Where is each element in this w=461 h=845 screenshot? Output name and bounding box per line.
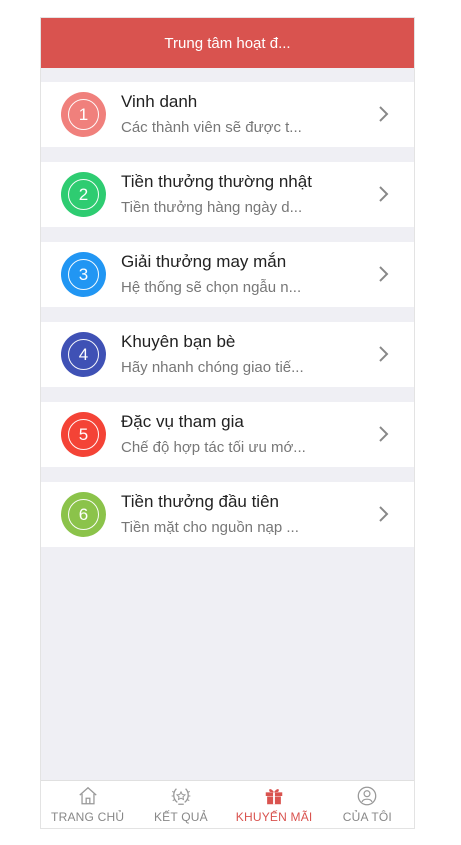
tab-label: CỦA TÔI [342,810,392,824]
tab-label: KẾT QUẢ [153,810,208,824]
tab-promotions[interactable]: KHUYẾN MÃI [228,781,321,828]
laurel-icon [171,788,191,805]
item-title: Tiền thưởng đầu tiên [121,492,279,511]
number-ring: 1 [68,99,99,130]
item-subtitle: Hệ thống sẽ chọn ngẫu n... [121,279,302,296]
chevron-right-icon [379,106,389,122]
number-ring: 3 [68,259,99,290]
item-title: Khuyên bạn bè [121,332,236,351]
item-subtitle: Chế độ hợp tác tối ưu mớ... [121,439,306,456]
chevron-right-icon [379,426,389,442]
number-badge: 2 [61,172,106,217]
chevron-right-icon [379,346,389,362]
user-icon [358,786,377,806]
promotion-list: 1 Vinh danh Các thành viên sẽ được t... … [41,82,414,562]
number-ring: 4 [68,339,99,370]
item-title: Đặc vụ tham gia [121,412,244,431]
page-title: Trung tâm hoạt đ... [164,34,291,52]
number-ring: 2 [68,179,99,210]
item-subtitle: Tiền mặt cho nguồn nạp ... [121,519,299,536]
tab-account[interactable]: CỦA TÔI [321,781,414,828]
chevron-right-icon [379,506,389,522]
promo-item-honor[interactable]: 1 Vinh danh Các thành viên sẽ được t... [41,82,414,147]
item-title: Tiền thưởng thường nhật [121,172,312,191]
item-subtitle: Tiền thưởng hàng ngày d... [121,199,303,216]
tab-label: TRANG CHỦ [51,810,125,824]
promo-item-refer-friends[interactable]: 4 Khuyên bạn bè Hãy nhanh chóng giao tiế… [41,322,414,387]
number-badge: 3 [61,252,106,297]
home-icon [78,786,97,805]
number-badge: 5 [61,412,106,457]
promo-item-first-deposit[interactable]: 6 Tiền thưởng đầu tiên Tiền mặt cho nguồ… [41,482,414,547]
app-screen: Trung tâm hoạt đ... 1 Vinh danh Các thàn… [40,17,415,829]
promo-item-lucky-prize[interactable]: 3 Giải thưởng may mắn Hệ thống sẽ chọn n… [41,242,414,307]
gift-icon [265,789,283,805]
promo-item-agent[interactable]: 5 Đặc vụ tham gia Chế độ hợp tác tối ưu … [41,402,414,467]
item-subtitle: Các thành viên sẽ được t... [121,119,302,136]
number-badge: 4 [61,332,106,377]
number-badge: 1 [61,92,106,137]
item-title: Giải thưởng may mắn [121,252,287,271]
tab-label: KHUYẾN MÃI [235,810,313,824]
tab-home[interactable]: TRANG CHỦ [41,781,134,828]
item-subtitle: Hãy nhanh chóng giao tiế... [121,359,304,376]
chevron-right-icon [379,186,389,202]
header: Trung tâm hoạt đ... [41,18,414,68]
number-badge: 6 [61,492,106,537]
tab-results[interactable]: KẾT QUẢ [134,781,227,828]
chevron-right-icon [379,266,389,282]
item-title: Vinh danh [121,92,198,111]
bottom-tab-bar: TRANG CHỦ KẾT QUẢ KHUYẾN MÃI CỦA TÔI [41,780,414,828]
promo-item-daily-bonus[interactable]: 2 Tiền thưởng thường nhật Tiền thưởng hà… [41,162,414,227]
number-ring: 6 [68,499,99,530]
number-ring: 5 [68,419,99,450]
